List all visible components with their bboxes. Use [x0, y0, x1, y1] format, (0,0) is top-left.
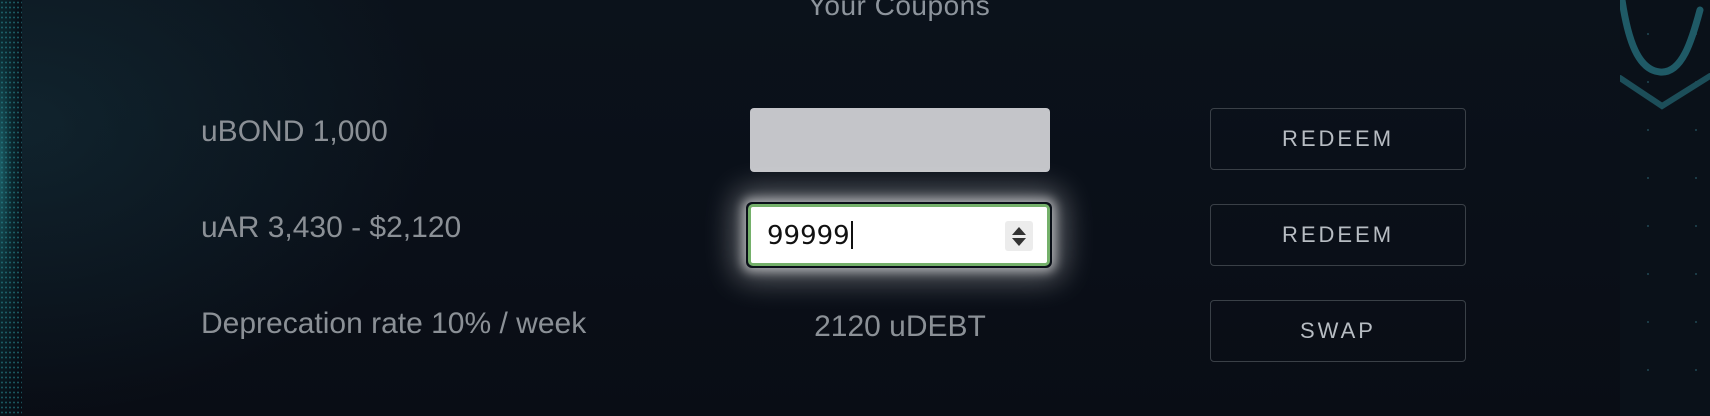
redeem-ubond-button[interactable]: REDEEM [1210, 108, 1466, 170]
section-title: Your Coupons [807, 0, 991, 21]
uar-amount-input[interactable]: 99999 [748, 204, 1050, 266]
ubond-amount-field-disabled [750, 108, 1050, 172]
right-background-decoration [1620, 0, 1710, 416]
wave-logo-icon [1620, 0, 1710, 110]
ubond-label: uBOND 1,000 [201, 115, 388, 148]
uar-label: uAR 3,430 - $2,120 [201, 211, 462, 244]
text-caret [850, 221, 853, 249]
stepper-up-icon[interactable] [1012, 227, 1026, 235]
swap-button[interactable]: SWAP [1210, 300, 1466, 362]
udebt-amount: 2120 uDEBT [814, 310, 986, 343]
redeem-uar-button[interactable]: REDEEM [1210, 204, 1466, 266]
deprecation-rate-label: Deprecation rate 10% / week [201, 307, 587, 340]
stepper-down-icon[interactable] [1012, 238, 1026, 246]
left-background-decoration [0, 0, 22, 416]
number-stepper[interactable] [1005, 221, 1033, 251]
coupons-panel: Your Coupons uBOND 1,000 REDEEM uAR 3,43… [22, 0, 1620, 416]
uar-amount-value[interactable]: 99999 [767, 221, 853, 251]
